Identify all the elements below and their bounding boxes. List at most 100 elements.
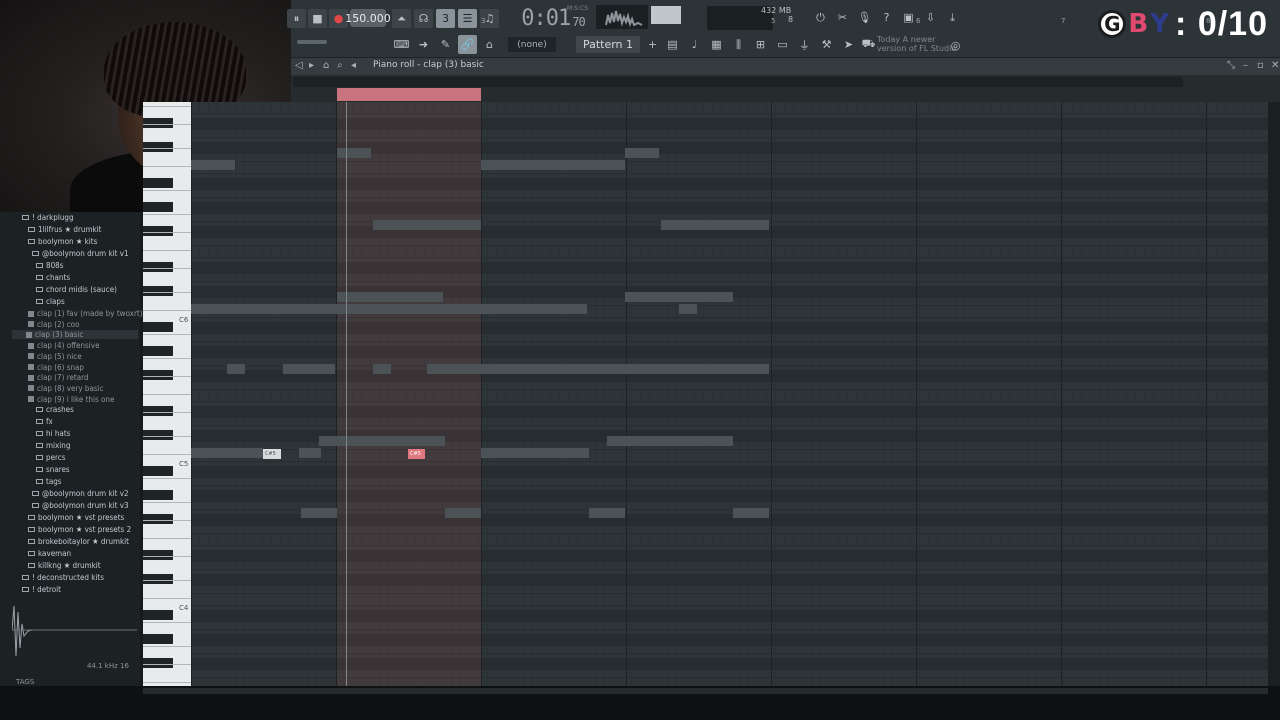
black-key[interactable] bbox=[143, 118, 173, 128]
speaker-icon[interactable]: ◁ bbox=[295, 60, 303, 71]
black-key[interactable] bbox=[143, 658, 173, 668]
black-key[interactable] bbox=[143, 550, 173, 560]
black-key[interactable] bbox=[143, 226, 173, 236]
volume-icon[interactable]: ◂ bbox=[351, 60, 356, 71]
browser-folder-item[interactable]: killkng ★ drumkit bbox=[28, 561, 101, 570]
download-icon[interactable]: ⤓ bbox=[943, 8, 962, 27]
black-key[interactable] bbox=[143, 286, 173, 296]
browser-file-item[interactable]: clap (7) retard bbox=[28, 373, 89, 382]
browser-folder-item[interactable]: brokeboitaylor ★ drumkit bbox=[28, 537, 129, 546]
browser-folder-item[interactable]: ! darkplugg bbox=[22, 213, 74, 222]
pencil-icon[interactable]: ✎ bbox=[436, 35, 455, 54]
piano-roll-icon[interactable]: ♩ bbox=[685, 35, 704, 54]
browser-file-item[interactable]: clap (8) very basic bbox=[28, 384, 104, 393]
browser-folder-item[interactable]: mixing bbox=[36, 441, 70, 450]
minimize-icon[interactable]: – bbox=[1243, 60, 1248, 71]
midi-note[interactable]: C#5 bbox=[263, 449, 281, 459]
browser-file-item[interactable]: clap (6) snap bbox=[28, 363, 84, 372]
tempo-display[interactable]: 150.000 bbox=[345, 9, 391, 27]
browser-folder-item[interactable]: snares bbox=[36, 465, 70, 474]
detach-icon[interactable]: ⤡ bbox=[1227, 60, 1235, 71]
browser-folder-item[interactable]: boolymon ★ vst presets 2 bbox=[28, 525, 131, 534]
maximize-icon[interactable]: ▫ bbox=[1257, 60, 1264, 71]
wait-input-icon[interactable]: ☊ bbox=[414, 9, 433, 28]
browser-folder-item[interactable]: crashes bbox=[36, 405, 74, 414]
browser-folder-item[interactable]: kaveman bbox=[28, 549, 71, 558]
black-key[interactable] bbox=[143, 262, 173, 272]
plugin-icon[interactable]: ⏚ bbox=[795, 35, 814, 54]
black-key[interactable] bbox=[143, 346, 173, 356]
black-key[interactable] bbox=[143, 406, 173, 416]
black-key[interactable] bbox=[143, 370, 173, 380]
browser-folder-item[interactable]: ! deconstructed kits bbox=[22, 573, 104, 582]
pattern-selector[interactable]: Pattern 1 bbox=[576, 36, 640, 53]
project-icon[interactable]: ▭ bbox=[773, 35, 792, 54]
stop-icon[interactable]: ■ bbox=[308, 9, 327, 28]
black-key[interactable] bbox=[143, 610, 173, 620]
magnet-icon[interactable]: ⌂ bbox=[323, 60, 329, 71]
help-icon[interactable]: ? bbox=[877, 8, 896, 27]
pause-icon[interactable]: ⏸ bbox=[287, 9, 306, 28]
cut-icon[interactable]: ✂ bbox=[833, 8, 852, 27]
globe-icon[interactable]: ◎ bbox=[946, 36, 965, 55]
keyboard-icon[interactable]: ⌨ bbox=[392, 35, 411, 54]
black-key[interactable] bbox=[143, 142, 173, 152]
black-key[interactable] bbox=[143, 514, 173, 524]
browser-file-item[interactable]: clap (4) offensive bbox=[28, 341, 100, 350]
browser-folder-item[interactable]: chord midis (sauce) bbox=[36, 285, 117, 294]
update-notice[interactable]: Today A newer version of FL Studio bbox=[877, 35, 957, 53]
horizontal-scroll-top[interactable] bbox=[293, 77, 1183, 87]
browser-folder-item[interactable]: fx bbox=[36, 417, 53, 426]
mixer-icon[interactable]: ⫼ bbox=[729, 35, 748, 54]
black-key[interactable] bbox=[143, 634, 173, 644]
browser-folder-item[interactable]: chants bbox=[36, 273, 70, 282]
browser-file-item[interactable]: clap (3) basic bbox=[12, 330, 138, 340]
black-key[interactable] bbox=[143, 490, 173, 500]
playlist-icon[interactable]: ▤ bbox=[663, 35, 682, 54]
browser-folder-item[interactable]: @boolymon drum kit v1 bbox=[32, 249, 129, 258]
tools-icon[interactable]: ⚒ bbox=[817, 35, 836, 54]
add-pattern-icon[interactable]: + bbox=[643, 35, 662, 54]
browser-file-item[interactable]: clap (9) i like this one bbox=[28, 395, 114, 404]
black-key[interactable] bbox=[143, 466, 173, 476]
browser-file-item[interactable]: clap (1) fav (made by twoxrt) bbox=[28, 309, 143, 318]
black-key[interactable] bbox=[143, 322, 173, 332]
browser-folder-item[interactable]: claps bbox=[36, 297, 65, 306]
piano-keyboard[interactable]: C6 C5 C4 bbox=[143, 102, 191, 686]
black-key[interactable] bbox=[143, 178, 173, 188]
black-key[interactable] bbox=[143, 202, 173, 212]
menu-arrow-icon[interactable]: ▸ bbox=[309, 60, 314, 71]
black-key[interactable] bbox=[143, 574, 173, 584]
stamp-icon[interactable]: ⌂ bbox=[480, 35, 499, 54]
master-volume-slider[interactable] bbox=[297, 40, 327, 44]
channel-select[interactable]: (none) bbox=[508, 37, 556, 52]
browser-folder-item[interactable]: 1lilfrus ★ drumkit bbox=[28, 225, 102, 234]
browser-folder-item[interactable]: boolymon ★ kits bbox=[28, 237, 97, 246]
mic-icon[interactable]: 🎙 bbox=[855, 8, 874, 27]
browser-folder-item[interactable]: 808s bbox=[36, 261, 63, 270]
browser-folder-item[interactable]: boolymon ★ vst presets bbox=[28, 513, 124, 522]
browser-folder-item[interactable]: ! detroit bbox=[22, 585, 61, 594]
midi-note[interactable]: C#5 bbox=[408, 449, 425, 459]
cart-icon[interactable]: ⛟ bbox=[859, 35, 878, 54]
horizontal-scrollbar[interactable] bbox=[143, 688, 1268, 694]
browser-icon[interactable]: ⊞ bbox=[751, 35, 770, 54]
vertical-scrollbar[interactable] bbox=[1268, 102, 1280, 686]
browser-folder-item[interactable]: tags bbox=[36, 477, 62, 486]
channel-rack-icon[interactable]: ▦ bbox=[707, 35, 726, 54]
loop-region-marker[interactable] bbox=[337, 88, 481, 101]
playhead[interactable] bbox=[346, 102, 347, 686]
link-icon[interactable]: 🔗 bbox=[458, 35, 477, 54]
browser-folder-item[interactable]: hi hats bbox=[36, 429, 70, 438]
piano-roll-grid[interactable]: C#5 C#5 bbox=[191, 102, 1268, 686]
browser-folder-item[interactable]: percs bbox=[36, 453, 66, 462]
zoom-icon[interactable]: ⌕ bbox=[337, 60, 343, 71]
power-icon[interactable]: ⏻ bbox=[811, 8, 830, 27]
step-edit-icon[interactable]: ☰ bbox=[458, 9, 477, 28]
metronome-icon[interactable]: ⏶ bbox=[392, 9, 411, 28]
close-icon[interactable]: ✕ bbox=[1271, 60, 1279, 71]
browser-file-item[interactable]: clap (2) coo bbox=[28, 320, 79, 329]
black-key[interactable] bbox=[143, 430, 173, 440]
arrow-icon[interactable]: ➜ bbox=[414, 35, 433, 54]
browser-folder-item[interactable]: @boolymon drum kit v3 bbox=[32, 501, 129, 510]
